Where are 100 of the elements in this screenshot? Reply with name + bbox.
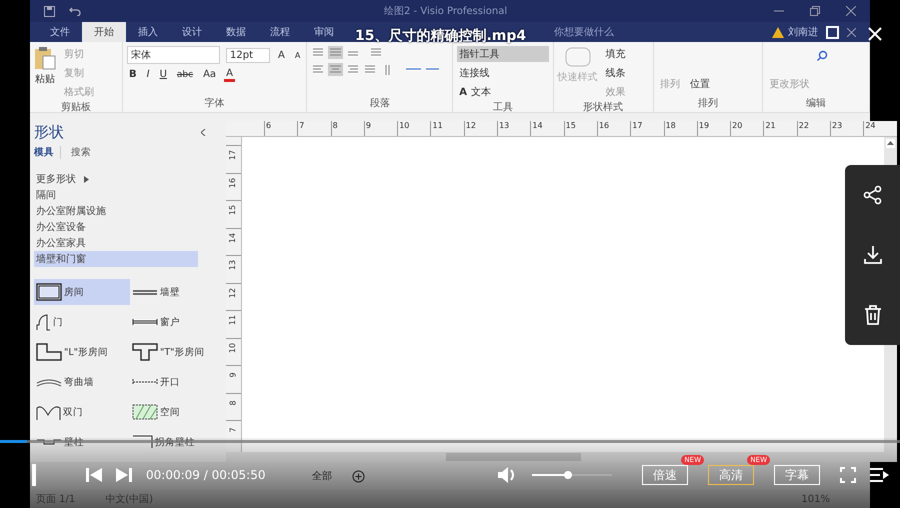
style-button[interactable]: 填充 [604, 46, 628, 62]
ruler-number: 12 [464, 121, 498, 136]
font-color-button[interactable]: A [224, 67, 235, 82]
ruler-number: 24 [863, 121, 897, 136]
stencil-item[interactable]: 隔间 [34, 187, 198, 203]
playlist-icon[interactable] [870, 467, 890, 483]
format-button[interactable]: U [158, 68, 169, 81]
shape-item[interactable]: 房间 [34, 279, 130, 305]
ruler-number: 8 [330, 121, 364, 136]
arrange-button[interactable]: 位置 [688, 76, 712, 92]
search-icon[interactable] [817, 50, 828, 61]
ruler-number: 23 [830, 121, 864, 136]
group-label: 剪贴板 [60, 100, 92, 114]
font-resize-button[interactable]: A [276, 48, 287, 62]
user-name[interactable]: 刘南进 [788, 22, 818, 42]
ribbon-tab[interactable]: 审阅 [302, 22, 346, 42]
ruler-number: 6 [264, 121, 298, 136]
font-family-field[interactable]: 宋体 [127, 46, 220, 64]
page-status: 页面 1/1 [36, 493, 76, 506]
fullscreen-icon[interactable] [840, 467, 856, 483]
ribbon-tab[interactable]: 流程 [258, 22, 302, 42]
group-label: 工具 [492, 101, 514, 114]
collapse-icon[interactable] [201, 129, 206, 136]
shape-item[interactable]: 弯曲墙 [34, 369, 130, 395]
shape-item[interactable]: 墙壁 [130, 279, 226, 305]
ruler-number: 10 [397, 121, 430, 136]
tool-button[interactable]: A 文本 [457, 84, 549, 100]
ruler-number: 13 [228, 260, 238, 270]
tool-button[interactable]: 连接线 [457, 65, 549, 81]
shape-item[interactable]: 窗户 [130, 309, 226, 335]
format-button[interactable]: Aa [201, 68, 218, 81]
group-label: 形状样式 [582, 100, 624, 114]
ruler-number: 8 [228, 400, 238, 406]
paste-button[interactable]: 粘贴 [34, 46, 56, 100]
shape-icon [36, 314, 51, 330]
stencil-item[interactable]: 办公室设备 [34, 219, 198, 235]
ribbon-tab[interactable]: 插入 [126, 22, 170, 42]
ribbon-tab[interactable]: 文件 [38, 22, 82, 42]
style-button[interactable]: 线条 [604, 65, 628, 81]
stencil-item[interactable]: 更多形状 [34, 171, 198, 187]
ruler-number: 7 [297, 121, 331, 136]
ruler-number: 20 [730, 121, 764, 136]
clipboard-icon [34, 46, 56, 70]
format-button[interactable]: B [127, 68, 139, 81]
add-page-icon[interactable] [352, 470, 365, 482]
all-pages-button[interactable]: 全部 [312, 469, 332, 483]
shape-icon [132, 290, 158, 294]
tell-me-field[interactable]: 你想要做什么 [554, 22, 614, 42]
share-icon[interactable] [862, 185, 882, 205]
download-icon[interactable] [862, 245, 882, 265]
undo-icon[interactable] [69, 6, 81, 16]
shape-item[interactable]: 门 [34, 309, 130, 335]
group-label: 编辑 [805, 96, 828, 110]
restore-icon[interactable] [810, 6, 820, 16]
ribbon-tab[interactable]: 设计 [170, 22, 214, 42]
next-icon[interactable] [116, 468, 132, 482]
zoom-level: 101% [801, 494, 830, 504]
ribbon-tab[interactable]: 数据 [214, 22, 258, 42]
font-resize-button[interactable]: A [292, 50, 302, 60]
delete-icon[interactable] [864, 305, 882, 325]
ribbon-display-icon[interactable] [826, 26, 839, 38]
ribbon-tab[interactable]: 开始 [82, 22, 126, 42]
stencil-item[interactable]: 办公室附属设施 [34, 203, 198, 219]
panel-tab[interactable]: 搜索 [71, 146, 97, 159]
ruler-number: 11 [430, 121, 464, 136]
ruler-number: 16 [228, 177, 238, 188]
shape-icon [36, 377, 62, 387]
tool-button[interactable]: 指针工具 [457, 46, 549, 62]
shape-item[interactable]: 空间 [130, 399, 226, 425]
shape-item[interactable]: 双门 [34, 399, 130, 425]
panel-title: 形状 [34, 123, 64, 142]
shape-icon [36, 343, 62, 361]
font-size-field[interactable]: 12pt [226, 48, 270, 62]
save-icon[interactable] [44, 6, 55, 16]
previous-icon[interactable] [86, 468, 102, 482]
shape-item[interactable]: "T"形房间 [130, 339, 226, 365]
ruler-number: 18 [664, 121, 697, 136]
format-button[interactable]: I [144, 68, 152, 81]
group-label: 字体 [204, 96, 226, 110]
ruler-number: 9 [364, 121, 398, 136]
ruler-number: 11 [228, 314, 238, 326]
shape-icon [36, 439, 62, 445]
ruler-number: 12 [228, 287, 238, 298]
ruler-number: 7 [228, 427, 238, 433]
warning-icon [772, 26, 784, 38]
panel-tab[interactable]: 模具 [34, 146, 61, 159]
ruler-number: 19 [696, 121, 730, 136]
scroll-up-icon[interactable] [886, 139, 895, 148]
drawing-canvas[interactable] [242, 137, 884, 452]
ruler-number: 14 [530, 121, 564, 136]
shape-item[interactable]: "L"形房间 [34, 339, 130, 365]
format-button[interactable]: abc [174, 68, 196, 80]
shape-item[interactable]: 开口 [130, 369, 226, 395]
stencil-item[interactable]: 墙壁和门窗 [34, 251, 198, 267]
alignment-icons-drawing[interactable] [311, 63, 442, 77]
ruler-number: 14 [228, 232, 238, 243]
ruler-number: 21 [763, 121, 797, 136]
stencil-item[interactable]: 办公室家具 [34, 235, 198, 251]
ruler-number: 17 [228, 150, 238, 160]
scroll-thumb[interactable] [446, 453, 581, 461]
